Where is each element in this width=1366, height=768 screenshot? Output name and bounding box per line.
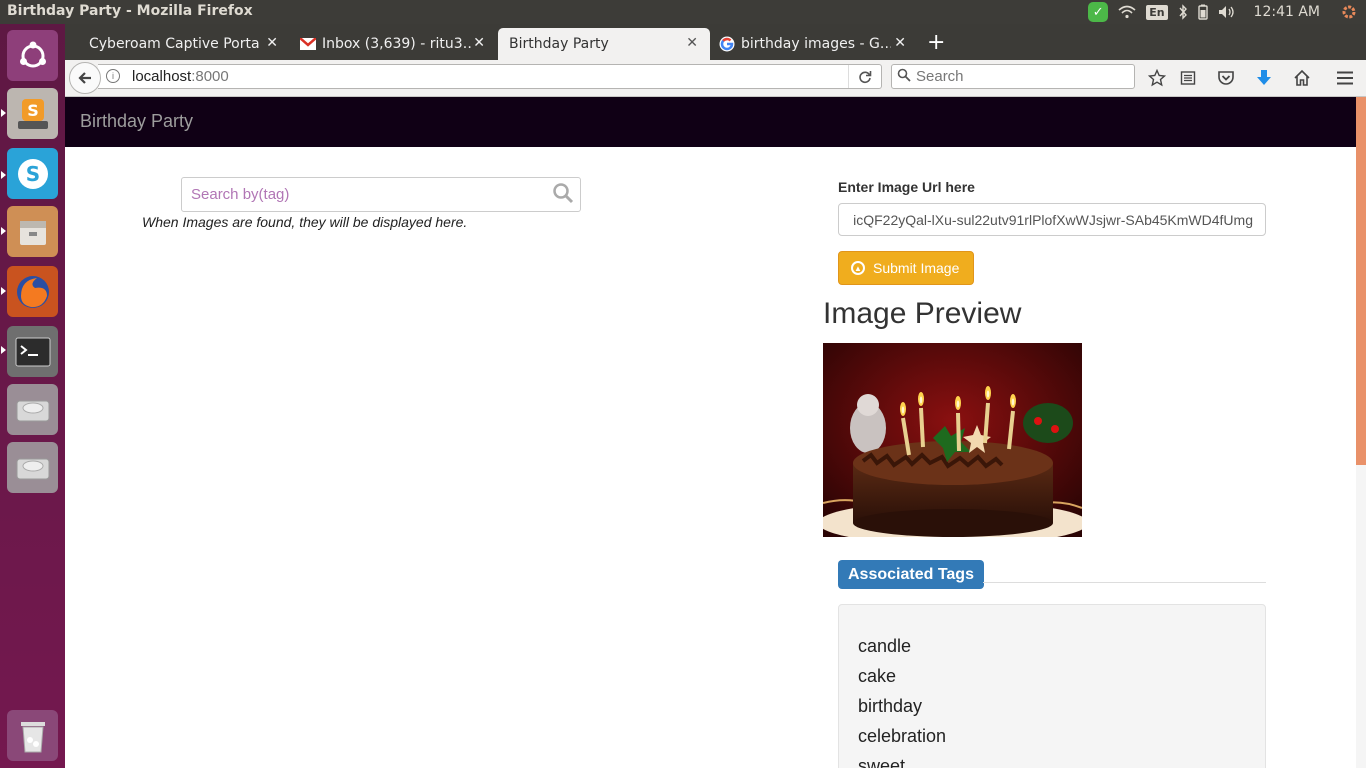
back-button[interactable]	[69, 62, 101, 94]
bookmark-star-icon[interactable]	[1147, 68, 1167, 88]
site-info-icon[interactable]: i	[106, 69, 120, 83]
results-help-text: When Images are found, they will be disp…	[142, 214, 468, 230]
search-bar[interactable]: Search	[891, 64, 1135, 89]
tag-search-input[interactable]	[191, 186, 546, 203]
app-navbar: Birthday Party	[65, 97, 1356, 147]
upload-circle-icon: ▲	[851, 261, 865, 275]
submit-image-label: Submit Image	[873, 260, 960, 276]
back-arrow-icon	[78, 72, 91, 84]
svg-text:S: S	[25, 162, 39, 186]
tags-panel: candle cake birthday celebration sweet	[838, 604, 1266, 768]
drive-icon[interactable]	[7, 384, 58, 435]
bluetooth-icon[interactable]	[1178, 4, 1188, 20]
tag-list: candle cake birthday celebration sweet	[858, 631, 946, 768]
sublime-text-icon[interactable]: S	[7, 88, 58, 139]
reload-icon[interactable]	[848, 65, 881, 88]
wifi-icon[interactable]	[1118, 5, 1136, 19]
address-bar[interactable]: i localhost:8000	[98, 64, 882, 89]
volume-icon[interactable]	[1218, 5, 1236, 19]
clock[interactable]: 12:41 AM	[1254, 4, 1320, 20]
image-url-value: icQF22yQal-lXu-sul22utv91rlPlofXwWJsjwr-…	[853, 212, 1253, 228]
search-placeholder: Search	[916, 68, 964, 85]
close-tab-icon[interactable]: ✕	[266, 35, 278, 51]
svg-text:S: S	[27, 101, 39, 120]
close-tab-icon[interactable]: ✕	[894, 35, 906, 51]
new-tab-button[interactable]: +	[927, 30, 945, 55]
running-indicator	[1, 227, 6, 235]
terminal-icon[interactable]	[7, 326, 58, 377]
tab-cyberoam[interactable]: Cyberoam Captive Portal ✕	[65, 28, 290, 60]
keyboard-layout-indicator[interactable]: En	[1146, 4, 1168, 20]
firefox-icon[interactable]	[7, 266, 58, 317]
update-check-icon[interactable]: ✓	[1088, 2, 1109, 22]
preview-cake-image	[823, 343, 1082, 537]
reader-list-icon[interactable]	[1178, 68, 1198, 88]
image-url-input[interactable]: icQF22yQal-lXu-sul22utv91rlPlofXwWJsjwr-…	[838, 203, 1266, 236]
tag-item: candle	[858, 636, 912, 656]
google-icon	[719, 36, 735, 52]
trash-icon[interactable]	[7, 710, 58, 761]
skype-icon[interactable]: S	[7, 148, 58, 199]
ubuntu-dash-icon[interactable]	[7, 30, 58, 81]
settings-gear-icon[interactable]	[1340, 3, 1358, 21]
running-indicator	[1, 109, 6, 117]
gmail-icon	[300, 38, 316, 50]
system-top-bar: Birthday Party - Mozilla Firefox ✓ En 12…	[0, 0, 1366, 24]
home-icon[interactable]	[1292, 68, 1312, 88]
close-tab-icon[interactable]: ✕	[686, 35, 698, 51]
battery-icon[interactable]	[1197, 4, 1208, 20]
address-text: localhost:8000	[132, 68, 229, 85]
pocket-icon[interactable]	[1216, 68, 1236, 88]
image-url-label: Enter Image Url here	[838, 179, 975, 195]
tab-birthday-images[interactable]: birthday images - G… ✕	[713, 28, 918, 60]
running-indicator	[1, 346, 6, 354]
running-indicator	[1, 171, 6, 179]
window-title: Birthday Party - Mozilla Firefox	[7, 3, 253, 19]
tab-inbox[interactable]: Inbox (3,639) - ritu3… ✕	[292, 28, 497, 60]
search-icon	[897, 68, 911, 86]
tab-birthday-party[interactable]: Birthday Party ✕	[498, 28, 710, 60]
navigation-toolbar: i localhost:8000 Search	[65, 60, 1366, 97]
download-icon[interactable]	[1254, 68, 1274, 88]
files-icon[interactable]	[7, 206, 58, 257]
tag-item: birthday	[858, 696, 923, 716]
drive-icon[interactable]	[7, 442, 58, 493]
tag-item: cake	[858, 666, 897, 686]
navbar-brand[interactable]: Birthday Party	[80, 111, 193, 132]
menu-hamburger-icon[interactable]	[1335, 68, 1355, 88]
divider	[983, 582, 1266, 583]
tag-item: celebration	[858, 726, 947, 746]
system-tray: ✓ En 12:41 AM	[1088, 0, 1366, 24]
app-launcher: S S	[0, 24, 65, 768]
web-page: Birthday Party When Images are found, th…	[65, 97, 1356, 768]
associated-tags-badge: Associated Tags	[838, 560, 984, 589]
page-scrollbar[interactable]	[1356, 97, 1366, 768]
tag-item: sweet	[858, 756, 906, 768]
submit-image-button[interactable]: ▲ Submit Image	[838, 251, 974, 285]
running-indicator	[1, 287, 6, 295]
tab-strip: Cyberoam Captive Portal ✕ Inbox (3,639) …	[65, 24, 1366, 60]
image-preview-heading: Image Preview	[823, 297, 1022, 330]
tag-search-box[interactable]	[181, 177, 581, 212]
close-tab-icon[interactable]: ✕	[473, 35, 485, 51]
search-icon[interactable]	[552, 182, 574, 209]
scrollbar-thumb[interactable]	[1356, 97, 1366, 465]
